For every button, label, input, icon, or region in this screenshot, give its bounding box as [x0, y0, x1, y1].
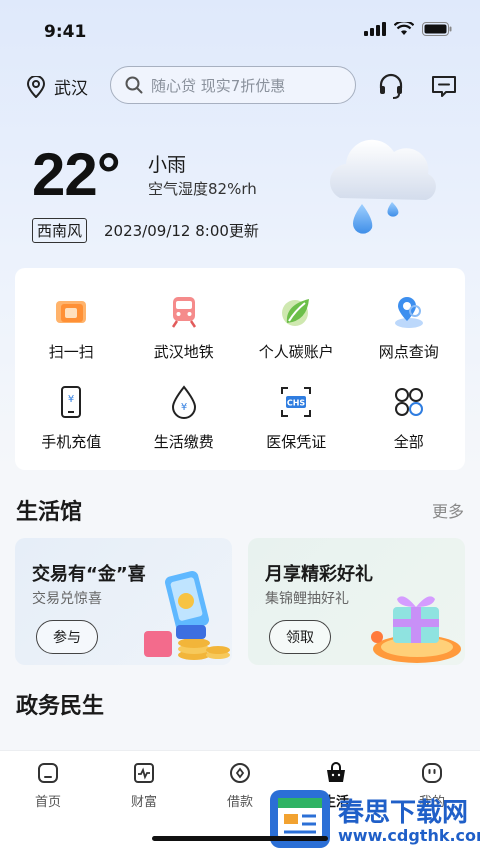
loan-icon [230, 763, 250, 783]
temperature: 22° [32, 141, 121, 208]
svg-text:¥: ¥ [68, 394, 74, 405]
top-bar: 武汉 随心贷 现实7折优惠 [0, 66, 480, 106]
tab-label: 借款 [226, 795, 253, 810]
tab-label: 首页 [34, 795, 61, 810]
metro-icon [171, 296, 196, 328]
location-search-icon [394, 296, 423, 328]
phone-recharge-icon: ¥ [61, 385, 82, 418]
service-label: 医保凭证 [266, 432, 327, 451]
watermark-text: 春思下载网 [338, 798, 469, 828]
svg-text:¥: ¥ [181, 402, 187, 413]
svg-text:CHS: CHS [287, 398, 306, 407]
water-drop-icon: ¥ [171, 384, 196, 419]
profile-icon [422, 763, 442, 783]
service-all[interactable]: 全部 [353, 372, 466, 462]
service-metro[interactable]: 武汉地铁 [128, 282, 241, 372]
service-utility-payment[interactable]: ¥ 生活缴费 [128, 372, 241, 462]
weather-widget[interactable]: 22° 小雨 空气湿度82%rh 西南风 2023/09/12 8:00更新 [32, 140, 332, 250]
service-label: 生活缴费 [153, 432, 214, 451]
wealth-chart-icon [134, 763, 154, 783]
home-icon [38, 763, 58, 783]
promo-card-trade[interactable]: 交易有“金”喜 交易兑惊喜 参与 [15, 538, 232, 665]
service-label: 个人碳账户 [258, 342, 334, 361]
tab-home[interactable]: 首页 [0, 761, 96, 810]
status-time: 9:41 [44, 22, 87, 42]
life-section-more-link[interactable]: 更多 [432, 498, 464, 522]
search-placeholder: 随心贷 现实7折优惠 [151, 76, 286, 95]
watermark-logo-icon [270, 790, 330, 848]
wind-badge: 西南风 [32, 218, 88, 243]
shopping-bag-icon [327, 762, 345, 782]
weather-condition: 小雨 [148, 154, 187, 176]
life-section-title: 生活馆 [16, 500, 83, 525]
service-grid: 扫一扫 武汉地铁 个人碳账户 网点查询 ¥ 手机充值 ¥ 生活缴费 CHS 医保… [15, 268, 465, 470]
service-label: 手机充值 [41, 432, 102, 451]
service-label: 全部 [393, 432, 424, 451]
customer-service-headset-icon[interactable] [377, 72, 405, 100]
promo-subtitle: 交易兑惊喜 [32, 591, 102, 607]
claim-button[interactable]: 领取 [269, 620, 331, 654]
service-label: 扫一扫 [48, 342, 94, 361]
service-medical-insurance[interactable]: CHS 医保凭证 [240, 372, 353, 462]
promo-title: 交易有“金”喜 [32, 564, 146, 585]
site-watermark: 春思下载网 www.cdgthk.com [268, 786, 480, 853]
service-scan[interactable]: 扫一扫 [15, 282, 128, 372]
gov-section-title: 政务民生 [16, 694, 105, 719]
medical-insurance-icon: CHS [281, 386, 312, 417]
location-label: 武汉 [54, 79, 88, 99]
search-input[interactable]: 随心贷 现实7折优惠 [110, 66, 356, 104]
service-label: 武汉地铁 [153, 342, 214, 361]
service-phone-recharge[interactable]: ¥ 手机充值 [15, 372, 128, 462]
search-icon [125, 76, 143, 94]
tab-wealth[interactable]: 财富 [96, 761, 192, 810]
tab-label: 财富 [130, 795, 157, 810]
signal-icon [364, 22, 386, 36]
weather-humidity: 空气湿度82%rh [148, 180, 257, 198]
location-selector[interactable]: 武汉 [26, 74, 88, 99]
rain-cloud-icon [330, 139, 436, 234]
battery-icon [422, 22, 452, 36]
leaf-icon [282, 298, 310, 326]
wifi-icon [394, 22, 414, 35]
location-pin-icon [26, 75, 46, 98]
promo-card-gift[interactable]: 月享精彩好礼 集锦鲤抽好礼 领取 [248, 538, 465, 665]
gold-coins-phone-icon [144, 570, 230, 660]
promo-title: 月享精彩好礼 [265, 564, 373, 585]
service-carbon-account[interactable]: 个人碳账户 [240, 282, 353, 372]
promo-subtitle: 集锦鲤抽好礼 [265, 591, 349, 607]
service-branch-search[interactable]: 网点查询 [353, 282, 466, 372]
service-label: 网点查询 [378, 342, 439, 361]
grid-all-icon [394, 387, 423, 416]
weather-updated-time: 2023/09/12 8:00更新 [104, 222, 259, 240]
status-icons [364, 22, 452, 36]
gift-box-icon [371, 596, 461, 663]
participate-button[interactable]: 参与 [36, 620, 98, 654]
home-indicator [152, 836, 328, 841]
message-icon[interactable] [430, 72, 458, 100]
watermark-url: www.cdgthk.com [338, 826, 480, 845]
status-bar: 9:41 [0, 0, 480, 64]
scan-icon [56, 300, 87, 323]
